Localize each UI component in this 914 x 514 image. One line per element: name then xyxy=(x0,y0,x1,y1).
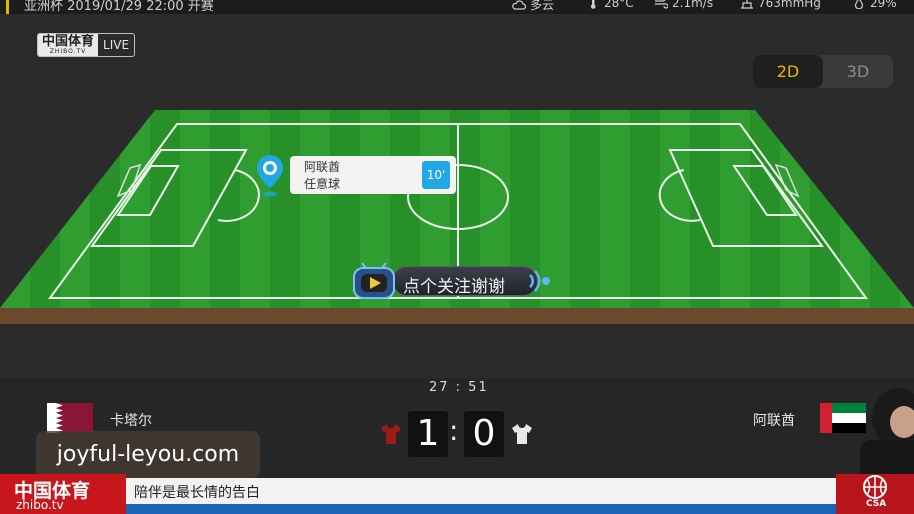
match-title: 亚洲杯 2019/01/29 22:00 开赛 xyxy=(24,0,214,14)
event-team: 阿联酋 xyxy=(304,160,341,174)
watermark-label: joyful-leyou.com xyxy=(36,431,260,478)
ticker-underline xyxy=(126,504,856,514)
home-team-name: 卡塔尔 xyxy=(110,413,152,429)
pressure-icon xyxy=(741,0,753,9)
basketball-icon xyxy=(863,475,887,499)
presenter-video xyxy=(860,388,914,478)
ticker-bar: 陪伴是最长情的告白 xyxy=(126,478,856,504)
ticker-message: 陪伴是最长情的告白 xyxy=(134,485,260,501)
event-minute: 10' xyxy=(422,161,450,189)
wind-text: 2.1m/s xyxy=(672,0,714,10)
sound-waves-icon xyxy=(529,270,550,292)
zhibo-logo: 中国体育 ZHIBO.TV LIVE xyxy=(37,33,136,57)
thermometer-icon xyxy=(590,0,596,9)
humidity-text: 29% xyxy=(870,0,897,10)
football-pitch xyxy=(0,110,914,324)
weather-wind: 2.1m/s xyxy=(654,0,713,10)
view-toggle: 2D 3D xyxy=(753,55,893,88)
event-location-icon xyxy=(257,155,283,197)
away-score: 0 xyxy=(464,411,504,457)
away-shirt-icon xyxy=(512,424,532,444)
cloud-icon xyxy=(512,0,526,10)
csa-badge: CSA xyxy=(836,474,914,514)
weather-humidity: 29% xyxy=(852,0,897,10)
follow-text: 点个关注谢谢 xyxy=(403,277,505,297)
score-separator: : xyxy=(449,414,459,447)
pressure-text: 763mmHg xyxy=(758,0,821,10)
view-2d-button[interactable]: 2D xyxy=(753,55,823,88)
away-team-name: 阿联酋 xyxy=(753,413,795,429)
temperature-text: 28°C xyxy=(604,0,634,10)
event-card: 阿联酋 任意球 10' xyxy=(290,156,456,194)
ticker-brand-en: zhibo.tv xyxy=(16,498,64,512)
event-description: 任意球 xyxy=(304,177,341,191)
qatar-flag-icon xyxy=(47,403,93,433)
brand-name: 中国体育 ZHIBO.TV xyxy=(38,34,99,56)
home-shirt-icon xyxy=(381,424,401,444)
title-accent xyxy=(6,0,9,14)
wind-icon xyxy=(655,0,668,9)
home-score: 1 xyxy=(408,411,448,457)
brand-cn-text: 中国体育 xyxy=(42,34,95,49)
news-ticker: 中国体育 zhibo.tv 陪伴是最长情的告白 CSA xyxy=(0,474,914,514)
match-clock: 27 : 51 xyxy=(429,380,489,395)
live-label: LIVE xyxy=(103,38,130,52)
csa-badge-text: CSA xyxy=(866,499,887,509)
weather-pressure: 763mmHg xyxy=(740,0,821,10)
top-info-bar: 亚洲杯 2019/01/29 22:00 开赛 多云 28°C 2.1m/s 7… xyxy=(0,0,914,14)
weather-text: 多云 xyxy=(530,0,555,12)
tv-mascot-icon xyxy=(353,262,395,299)
weather-condition: 多云 xyxy=(512,0,554,13)
ticker-brand: 中国体育 zhibo.tv xyxy=(0,474,126,514)
humidity-icon xyxy=(854,0,864,9)
view-3d-button[interactable]: 3D xyxy=(823,55,893,88)
follow-prompt[interactable]: 点个关注谢谢 xyxy=(352,262,552,300)
weather-temperature: 28°C xyxy=(586,0,634,10)
brand-sub-text: ZHIBO.TV xyxy=(49,48,87,55)
pitch-edge xyxy=(0,308,914,324)
